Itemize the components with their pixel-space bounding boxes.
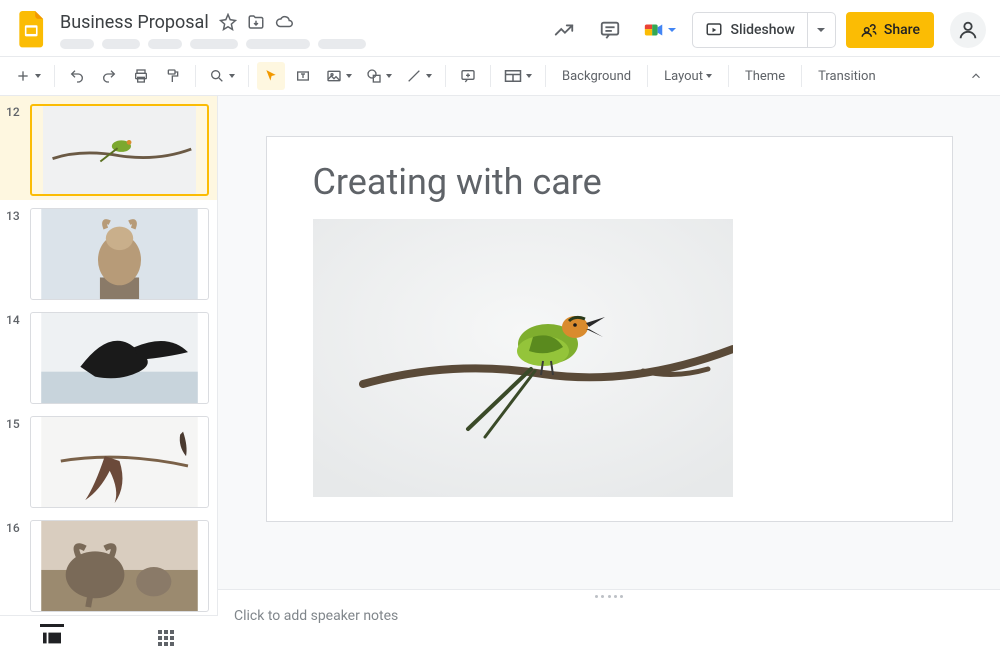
header-actions: Slideshow Share	[546, 12, 986, 48]
add-comment-button[interactable]	[454, 62, 482, 90]
star-icon[interactable]	[219, 13, 237, 31]
move-icon[interactable]	[247, 13, 265, 31]
image-tool[interactable]	[321, 62, 357, 90]
zoom-button[interactable]	[204, 62, 240, 90]
slide-number: 14	[6, 312, 24, 404]
thumbnail-image	[30, 208, 209, 300]
slide-title[interactable]: Creating with care	[313, 161, 906, 203]
activity-icon[interactable]	[546, 12, 582, 48]
canvas-area: Creating with care	[218, 96, 1000, 659]
new-slide-button[interactable]	[10, 62, 46, 90]
slide-layout-tool[interactable]	[499, 62, 537, 90]
speaker-notes[interactable]: Click to add speaker notes	[218, 589, 1000, 659]
google-slides-app: Business Proposal	[0, 0, 1000, 659]
collapse-toolbar-button[interactable]	[962, 62, 990, 90]
header-bar: Business Proposal	[0, 0, 1000, 52]
comments-icon[interactable]	[592, 12, 628, 48]
thumbnail-image	[30, 104, 209, 196]
select-tool[interactable]	[257, 62, 285, 90]
print-button[interactable]	[127, 62, 155, 90]
slide-image[interactable]	[313, 219, 733, 497]
toolbar: Background Layout Theme Transition	[0, 56, 1000, 96]
slide-thumbnail[interactable]: 16	[0, 512, 217, 615]
slideshow-label: Slideshow	[731, 22, 795, 38]
transition-button[interactable]: Transition	[810, 69, 884, 84]
textbox-tool[interactable]	[289, 62, 317, 90]
title-block: Business Proposal	[60, 12, 546, 49]
slide-number: 12	[6, 104, 24, 196]
slide-canvas[interactable]: Creating with care	[218, 96, 1000, 589]
thumbnail-image	[30, 416, 209, 508]
menu-bar-placeholder	[60, 39, 546, 49]
slide-thumbnail[interactable]: 14	[0, 304, 217, 408]
body: 12 13 14 15	[0, 96, 1000, 659]
slide-thumbnail[interactable]: 13	[0, 200, 217, 304]
account-avatar[interactable]	[950, 12, 986, 48]
undo-button[interactable]	[63, 62, 91, 90]
grid-view-icon[interactable]	[154, 626, 178, 650]
theme-button[interactable]: Theme	[737, 69, 793, 84]
slideshow-button[interactable]: Slideshow	[692, 12, 808, 48]
thumbnail-image	[30, 312, 209, 404]
share-button[interactable]: Share	[846, 12, 934, 48]
meet-button[interactable]	[638, 12, 682, 48]
paint-format-button[interactable]	[159, 62, 187, 90]
slide-number: 15	[6, 416, 24, 508]
filmstrip-view-icon[interactable]	[40, 624, 64, 648]
document-title[interactable]: Business Proposal	[60, 12, 209, 33]
background-button[interactable]: Background	[554, 69, 639, 84]
notes-resize-handle[interactable]	[218, 590, 1000, 604]
notes-placeholder[interactable]: Click to add speaker notes	[218, 604, 1000, 628]
slide-number: 13	[6, 208, 24, 300]
thumbnail-image	[30, 520, 209, 612]
redo-button[interactable]	[95, 62, 123, 90]
line-tool[interactable]	[401, 62, 437, 90]
slide-thumbnail[interactable]: 12	[0, 96, 217, 200]
shape-tool[interactable]	[361, 62, 397, 90]
slideshow-dropdown[interactable]	[808, 12, 836, 48]
slide[interactable]: Creating with care	[266, 136, 953, 522]
share-label: Share	[884, 22, 920, 38]
slide-number: 16	[6, 520, 24, 612]
filmstrip: 12 13 14 15	[0, 96, 218, 615]
cloud-status-icon[interactable]	[275, 13, 293, 31]
layout-button[interactable]: Layout	[656, 69, 720, 84]
filmstrip-view-toggle	[0, 615, 218, 659]
slide-thumbnail[interactable]: 15	[0, 408, 217, 512]
slides-logo[interactable]	[14, 12, 50, 48]
